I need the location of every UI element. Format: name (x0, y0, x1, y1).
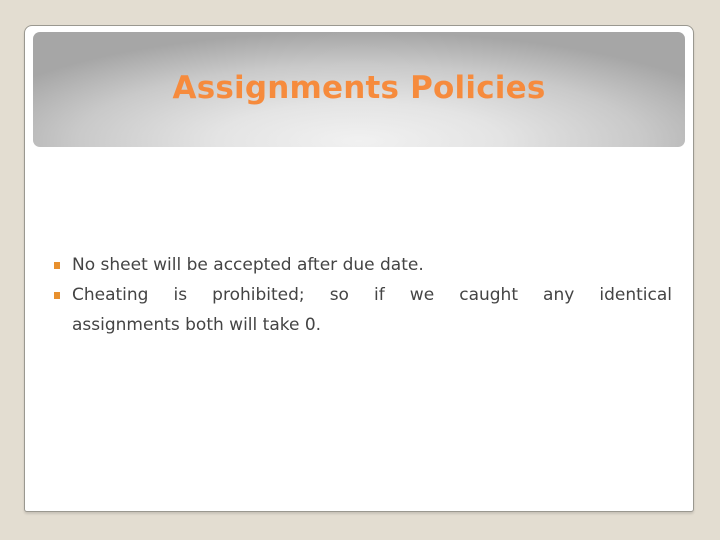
slide-title: Assignments Policies (172, 69, 546, 106)
title-bar: Assignments Policies (33, 32, 685, 147)
slide: Assignments Policies No sheet will be ac… (24, 25, 694, 512)
bullet-list: No sheet will be accepted after due date… (52, 250, 672, 340)
bullet-text: No sheet will be accepted after due date… (72, 255, 424, 275)
square-bullet-icon (54, 262, 60, 269)
bullet-item: No sheet will be accepted after due date… (52, 250, 672, 280)
square-bullet-icon (54, 292, 60, 299)
bullet-item: Cheating is prohibited; so if we caught … (52, 280, 672, 340)
bullet-text-continued: assignments both will take 0. (72, 315, 322, 335)
bullet-text: Cheating is prohibited; so if we caught … (72, 285, 672, 305)
